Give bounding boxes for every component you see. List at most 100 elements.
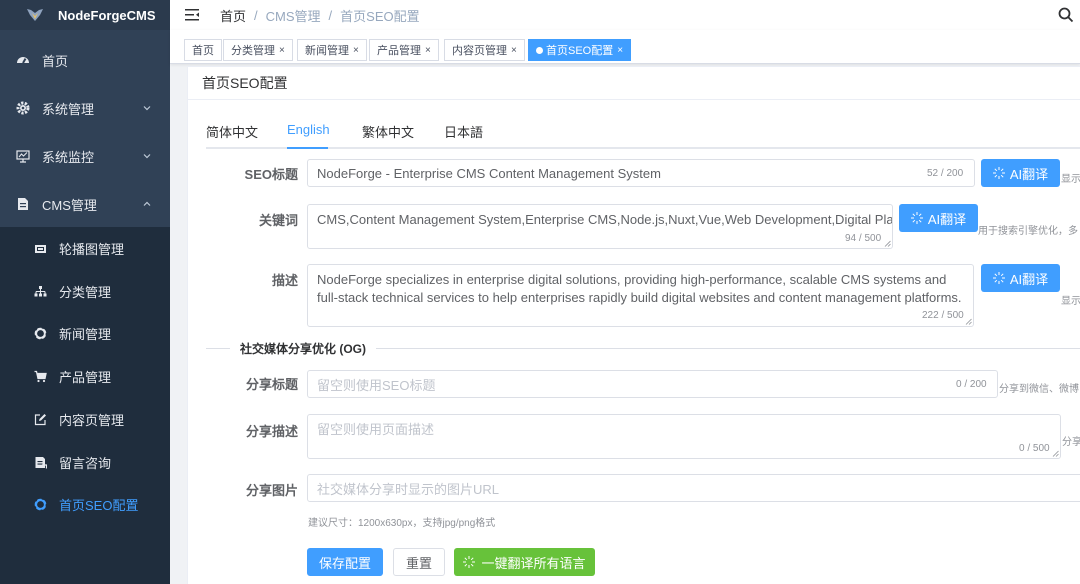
active-dot (536, 46, 543, 54)
sidebar: NodeForgeCMS 首页 系统管理 系统监控 CMS管理 轮播图管理 分类… (0, 0, 170, 584)
ring-icon (34, 326, 47, 340)
sidebar-logo[interactable]: NodeForgeCMS (0, 0, 170, 30)
seo-title-ai-translate-button[interactable]: AI翻译 (981, 159, 1060, 187)
tag-news[interactable]: 新闻管理 × (297, 39, 367, 61)
dashboard-icon (16, 53, 30, 67)
logo-icon (27, 9, 43, 21)
search-icon[interactable] (1058, 7, 1074, 23)
keywords-count: 94 / 500 (845, 233, 882, 244)
submenu-item-carousel[interactable]: 轮播图管理 (0, 227, 170, 269)
sparkle-icon (992, 272, 1005, 284)
ai-translate-label: AI翻译 (1009, 271, 1049, 287)
seo-title-input[interactable]: NodeForge - Enterprise CMS Content Manag… (307, 159, 975, 187)
og-description-count: 0 / 500 (1019, 443, 1050, 454)
menu-item-home[interactable]: 首页 (0, 36, 170, 84)
tag-label: 新闻管理 (305, 45, 349, 57)
app-name: NodeForgeCMS (58, 7, 156, 23)
og-title-label: 分享标题 (245, 377, 298, 392)
save-label: 保存配置 (318, 555, 371, 571)
keywords-textarea[interactable]: CMS,Content Management System,Enterprise… (307, 204, 893, 249)
card-title: 首页SEO配置 (188, 67, 1080, 100)
submenu-item-category[interactable]: 分类管理 (0, 270, 170, 312)
seo-title-label: SEO标题 (244, 167, 298, 182)
keywords-ai-translate-button[interactable]: AI翻译 (899, 204, 978, 232)
breadcrumb-home[interactable]: 首页 (220, 6, 246, 25)
translate-all-label: 一键翻译所有语言 (481, 555, 586, 571)
close-icon[interactable]: × (617, 45, 623, 56)
description-ai-translate-button[interactable]: AI翻译 (981, 264, 1060, 292)
tag-home[interactable]: 首页 (184, 39, 222, 61)
seo-title-hint: 显示 (1061, 174, 1080, 185)
breadcrumb-current: 首页SEO配置 (340, 8, 420, 24)
submenu-item-messages[interactable]: 留言咨询 (0, 441, 170, 483)
description-count: 222 / 500 (922, 310, 964, 321)
tabs-baseline (206, 147, 1080, 149)
submenu-item-product[interactable]: 产品管理 (0, 355, 170, 397)
og-image-input[interactable]: 社交媒体分享时显示的图片URL (307, 474, 1080, 502)
tag-home-seo[interactable]: 首页SEO配置 × (528, 39, 632, 61)
resize-handle-icon[interactable] (965, 318, 972, 325)
reset-button[interactable]: 重置 (393, 548, 445, 576)
ai-translate-label: AI翻译 (1009, 166, 1049, 182)
close-icon[interactable]: × (511, 45, 517, 56)
breadcrumb-cms: CMS管理 (265, 8, 321, 24)
keywords-value: CMS,Content Management System,Enterprise… (317, 212, 893, 227)
resize-handle-icon[interactable] (1052, 450, 1059, 457)
tag-label: 产品管理 (377, 45, 421, 57)
tag-label: 分类管理 (231, 45, 275, 57)
submenu-item-news[interactable]: 新闻管理 (0, 312, 170, 354)
og-image-placeholder: 社交媒体分享时显示的图片URL (317, 481, 500, 497)
tree-icon (34, 285, 47, 298)
submenu-label: 新闻管理 (59, 326, 112, 342)
close-icon[interactable]: × (279, 45, 285, 56)
og-title-hint: 分享到微信、微博 (999, 384, 1079, 395)
active-tab-indicator (287, 147, 328, 149)
menu-item-monitor[interactable]: 系统监控 (0, 132, 170, 180)
description-value: NodeForge specializes in enterprise digi… (317, 272, 962, 305)
submenu-item-content-page[interactable]: 内容页管理 (0, 398, 170, 440)
tab-japanese[interactable]: 日本語 (444, 122, 483, 141)
seo-title-count: 52 / 200 (927, 168, 964, 179)
sparkle-icon (910, 212, 923, 224)
resize-handle-icon[interactable] (884, 240, 891, 247)
menu-label: 系统管理 (42, 101, 95, 117)
description-textarea[interactable]: NodeForge specializes in enterprise digi… (307, 264, 974, 327)
breadcrumb-separator: / (254, 7, 258, 23)
ai-translate-label: AI翻译 (927, 211, 967, 227)
tag-product[interactable]: 产品管理 × (369, 39, 439, 61)
og-image-tip: 建议尺寸：1200x630px，支持jpg/png格式 (308, 518, 496, 529)
tag-category[interactable]: 分类管理 × (223, 39, 293, 61)
document-icon (16, 197, 30, 211)
keywords-label: 关键词 (258, 213, 298, 228)
tab-zh-tw[interactable]: 繁体中文 (362, 122, 414, 141)
submenu-label: 轮播图管理 (59, 241, 125, 257)
monitor-icon (16, 149, 30, 163)
save-config-button[interactable]: 保存配置 (307, 548, 383, 576)
og-description-hint: 分享 (1062, 437, 1080, 448)
edit-icon (34, 413, 47, 426)
reset-label: 重置 (405, 555, 432, 571)
close-icon[interactable]: × (425, 45, 431, 56)
hamburger-icon[interactable] (185, 9, 199, 21)
tab-zh-cn[interactable]: 简体中文 (206, 122, 258, 141)
breadcrumb-separator: / (328, 7, 333, 23)
navbar: 首页 / CMS管理 / 首页SEO配置 (170, 0, 1080, 30)
og-description-label: 分享描述 (245, 424, 298, 439)
og-title-input[interactable]: 留空则使用SEO标题 (307, 370, 998, 398)
submenu-item-home-seo[interactable]: 首页SEO配置 (0, 483, 170, 525)
menu-item-cms[interactable]: CMS管理 (0, 180, 170, 228)
close-icon[interactable]: × (353, 45, 359, 56)
menu-item-system[interactable]: 系统管理 (0, 84, 170, 132)
og-title-count: 0 / 200 (956, 379, 987, 390)
submenu-label: 留言咨询 (59, 455, 112, 471)
tag-content-page[interactable]: 内容页管理 × (444, 39, 525, 61)
og-description-textarea[interactable]: 留空则使用页面描述 (307, 414, 1061, 459)
sparkle-icon (463, 556, 476, 568)
description-hint: 显示 (1061, 296, 1080, 307)
tag-label: 首页SEO配置 (546, 45, 614, 57)
message-icon (34, 456, 47, 469)
translate-all-button[interactable]: 一键翻译所有语言 (454, 548, 595, 576)
gear-icon (16, 101, 30, 115)
tab-english[interactable]: English (287, 122, 330, 137)
seo-config-card: 首页SEO配置 简体中文 English 繁体中文 日本語 SEO标题 Node… (187, 66, 1080, 584)
